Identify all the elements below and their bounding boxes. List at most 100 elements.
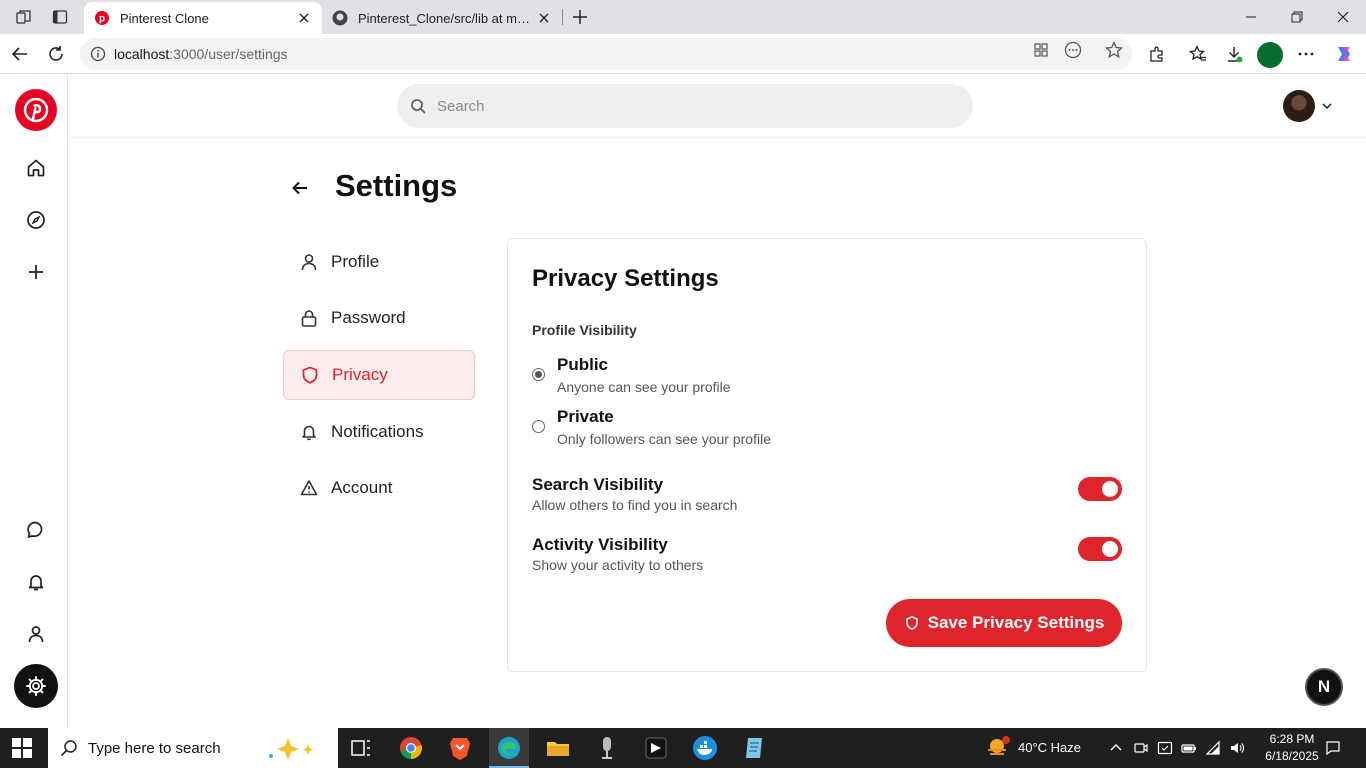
- search-icon: [409, 97, 427, 115]
- restore-icon[interactable]: [1274, 0, 1320, 34]
- tab-divider: [562, 9, 563, 25]
- windows-taskbar: Type here to search 40°C Haze 6:28 PM 6/…: [0, 728, 1366, 768]
- weather-haze-icon[interactable]: [985, 736, 1011, 760]
- notification-center-icon[interactable]: [1325, 740, 1341, 756]
- meet-now-icon[interactable]: [1133, 740, 1149, 756]
- menu-item-label: Notifications: [331, 422, 424, 441]
- notepad-icon[interactable]: [740, 734, 768, 762]
- chevron-up-icon[interactable]: [1108, 740, 1124, 756]
- github-favicon-icon: [332, 10, 348, 26]
- taskbar-search-text: Type here to search: [88, 739, 221, 757]
- workspaces-icon[interactable]: [13, 6, 35, 28]
- new-tab-icon[interactable]: [568, 5, 592, 29]
- task-view-icon[interactable]: [347, 734, 375, 762]
- chevron-down-icon[interactable]: [1319, 98, 1335, 114]
- visibility-option-private[interactable]: Private Only followers can see your prof…: [532, 407, 932, 451]
- downloads-icon[interactable]: [1222, 42, 1246, 66]
- tab-title: Pinterest_Clone/src/lib at main · M: [358, 10, 530, 26]
- toggle-description: Show your activity to others: [532, 557, 704, 573]
- menu-item-password[interactable]: Password: [283, 293, 475, 343]
- radio-private[interactable]: [532, 420, 545, 433]
- browser-toolbar: localhost:3000/user/settings: [0, 34, 1366, 74]
- search-visibility-row: Search Visibility Allow others to find y…: [532, 475, 1122, 519]
- more-reading-icon[interactable]: [1061, 38, 1085, 62]
- refresh-icon[interactable]: [44, 42, 68, 66]
- minimize-icon[interactable]: [1228, 0, 1274, 34]
- nextjs-dev-badge[interactable]: N: [1305, 668, 1343, 706]
- option-title: Public: [557, 355, 609, 374]
- menu-item-profile[interactable]: Profile: [283, 237, 475, 287]
- address-bar[interactable]: localhost:3000/user/settings: [80, 38, 1132, 70]
- sparkle-icon: [269, 738, 314, 760]
- search-icon: [60, 740, 77, 757]
- toggle-title: Activity Visibility: [532, 535, 668, 554]
- taskbar-clock[interactable]: 6:28 PM 6/18/2025: [1262, 731, 1322, 765]
- cursor-app-icon[interactable]: [642, 734, 670, 762]
- activity-visibility-row: Activity Visibility Show your activity t…: [532, 535, 1122, 579]
- menu-item-notifications[interactable]: Notifications: [283, 407, 475, 457]
- pinterest-favicon-icon: p: [94, 10, 110, 26]
- volume-icon[interactable]: [1229, 740, 1245, 756]
- search-input[interactable]: [437, 97, 937, 115]
- weather-text[interactable]: 40°C Haze: [1018, 740, 1081, 755]
- pinterest-logo-icon[interactable]: [15, 89, 57, 131]
- activity-visibility-toggle[interactable]: [1078, 537, 1122, 561]
- visibility-option-public[interactable]: Public Anyone can see your profile: [532, 355, 932, 399]
- chrome-icon[interactable]: [397, 734, 425, 762]
- search-bar[interactable]: [397, 84, 973, 128]
- battery-icon[interactable]: [1181, 740, 1197, 756]
- home-icon[interactable]: [22, 154, 50, 182]
- top-header: [68, 74, 1366, 138]
- profile-user-icon[interactable]: [22, 620, 50, 648]
- save-button-label: Save Privacy Settings: [927, 613, 1105, 632]
- url-host: localhost: [114, 46, 170, 62]
- extensions-icon[interactable]: [1145, 42, 1169, 66]
- voice-recorder-icon[interactable]: [593, 734, 621, 762]
- search-visibility-toggle[interactable]: [1078, 477, 1122, 501]
- tab-actions-icon[interactable]: [49, 6, 71, 28]
- privacy-settings-card: Privacy Settings Profile Visibility Publ…: [507, 238, 1147, 672]
- tab-github[interactable]: Pinterest_Clone/src/lib at main · M: [322, 2, 562, 34]
- radio-public[interactable]: [532, 368, 545, 381]
- shield-icon: [300, 365, 320, 385]
- back-arrow-icon[interactable]: [8, 42, 32, 66]
- shield-icon: [904, 615, 920, 631]
- edge-icon[interactable]: [495, 734, 523, 762]
- more-options-icon[interactable]: [1294, 42, 1318, 66]
- app-available-icon[interactable]: [1029, 38, 1053, 62]
- wifi-icon[interactable]: [1205, 740, 1221, 756]
- avatar[interactable]: [1283, 90, 1315, 122]
- browser-tab-strip: p Pinterest Clone Pinterest_Clone/src/li…: [0, 0, 1366, 34]
- toggle-title: Search Visibility: [532, 475, 664, 494]
- menu-item-privacy[interactable]: Privacy: [283, 350, 475, 400]
- windows-start-icon[interactable]: [12, 738, 32, 758]
- explore-compass-icon[interactable]: [22, 206, 50, 234]
- messages-icon[interactable]: [22, 516, 50, 544]
- clock-date: 6/18/2025: [1265, 749, 1319, 763]
- close-tab-icon[interactable]: [536, 10, 552, 26]
- card-title: Privacy Settings: [532, 265, 719, 292]
- brave-icon[interactable]: [446, 734, 474, 762]
- save-privacy-button[interactable]: Save Privacy Settings: [886, 599, 1122, 647]
- menu-item-label: Account: [331, 478, 393, 497]
- file-explorer-icon[interactable]: [544, 734, 572, 762]
- profile-badge-icon[interactable]: [1257, 42, 1283, 68]
- url-path: :3000/user/settings: [169, 46, 288, 62]
- close-tab-icon[interactable]: [296, 10, 312, 26]
- tab-pinterest-clone[interactable]: p Pinterest Clone: [84, 2, 322, 34]
- taskbar-search[interactable]: Type here to search: [48, 728, 338, 768]
- favorite-star-icon[interactable]: [1102, 38, 1126, 62]
- menu-item-account[interactable]: Account: [283, 463, 475, 513]
- site-info-icon[interactable]: [90, 46, 106, 62]
- close-window-icon[interactable]: [1320, 0, 1366, 34]
- create-plus-icon[interactable]: [22, 258, 50, 286]
- back-button[interactable]: [288, 176, 312, 200]
- tab-title: Pinterest Clone: [120, 10, 209, 26]
- option-description: Only followers can see your profile: [557, 431, 771, 447]
- screen-capture-icon[interactable]: [1157, 740, 1173, 756]
- copilot-icon[interactable]: [1332, 42, 1356, 66]
- notifications-bell-icon[interactable]: [22, 568, 50, 596]
- docker-icon[interactable]: [691, 734, 719, 762]
- favorites-icon[interactable]: [1186, 42, 1210, 66]
- settings-gear-icon[interactable]: [14, 664, 58, 708]
